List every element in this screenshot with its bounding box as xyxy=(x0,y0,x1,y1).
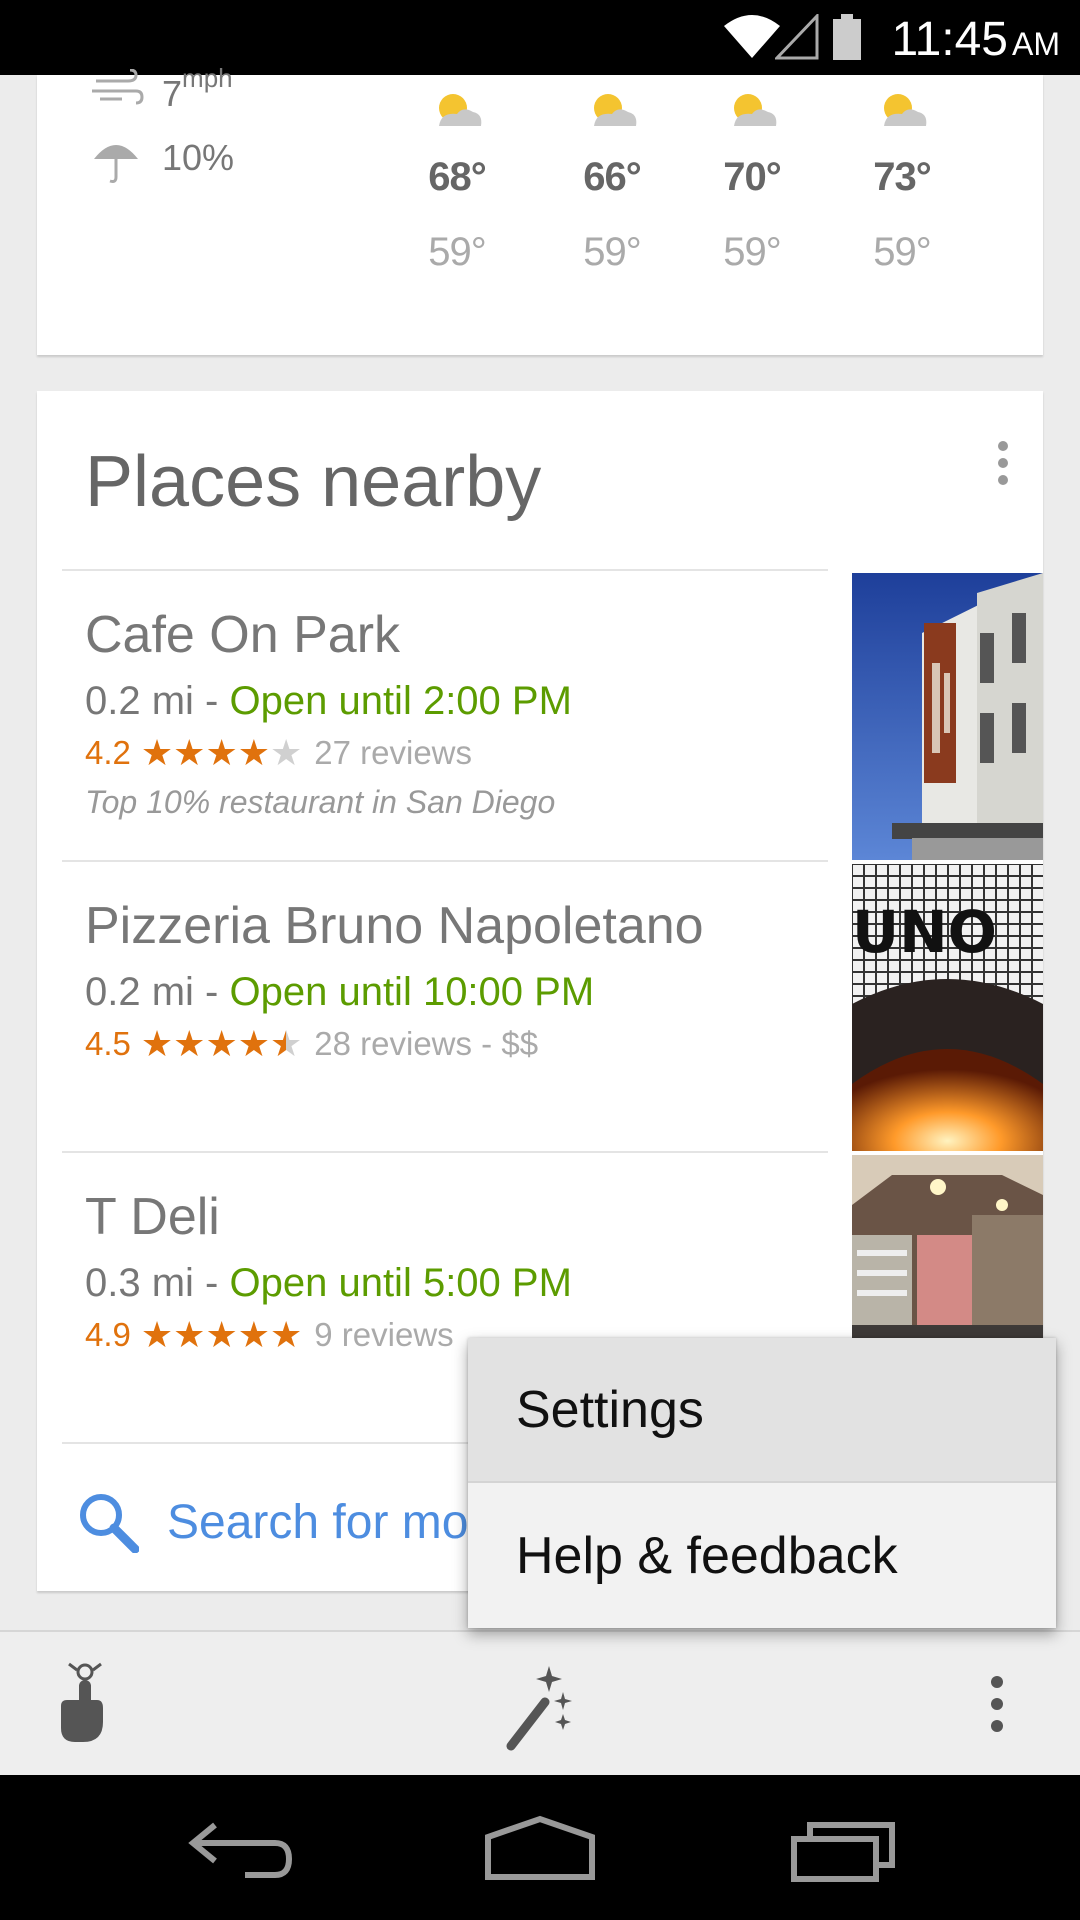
forecast-day-2: 66° 59° xyxy=(567,90,657,275)
partly-sunny-icon xyxy=(439,94,482,126)
wind-icon xyxy=(92,69,144,105)
rating-score: 4.5 xyxy=(85,1025,131,1062)
review-count: 28 reviews - $$ xyxy=(314,1025,539,1062)
pizza-oven-image: UNO xyxy=(852,864,1043,1151)
place-rating: 4.5 ★ ★ ★ ★ ★ 28 reviews - $$ xyxy=(85,1025,835,1063)
open-hours: Open until 5:00 PM xyxy=(229,1261,572,1305)
overflow-popup-menu: Settings Help & feedback xyxy=(468,1338,1056,1628)
place-item-pizzeria-bruno[interactable]: Pizzeria Bruno Napoletano 0.2 mi - Open … xyxy=(85,896,835,1063)
wind-speed: 7mph xyxy=(92,63,233,115)
forecast-high: 70° xyxy=(723,155,782,199)
review-count: 27 reviews xyxy=(314,734,473,771)
forecast-high: 68° xyxy=(428,155,487,199)
star-full-icon: ★ xyxy=(140,1314,174,1355)
place-distance-hours: 0.3 mi - Open until 5:00 PM xyxy=(85,1261,572,1305)
forecast-day-4: 73° 59° xyxy=(857,90,947,275)
open-hours: Open until 10:00 PM xyxy=(229,970,595,1014)
forecast-day-1: 68° 59° xyxy=(412,90,502,275)
star-empty-icon: ★ xyxy=(270,732,303,773)
cafe-building-image xyxy=(852,573,1043,860)
star-full-icon: ★ xyxy=(140,1023,174,1064)
place-item-t-deli[interactable]: T Deli 0.3 mi - Open until 5:00 PM 4.9 ★… xyxy=(85,1187,835,1354)
star-rating: ★ ★ ★ ★ ★ xyxy=(141,735,302,771)
forecast-high: 73° xyxy=(873,155,932,199)
battery-icon xyxy=(833,14,861,60)
star-full-icon: ★ xyxy=(237,1023,270,1064)
star-rating: ★ ★ ★ ★ ★ xyxy=(141,1026,302,1062)
star-full-icon: ★ xyxy=(173,732,206,773)
bottom-action-bar xyxy=(0,1630,1080,1775)
forecast-low: 59° xyxy=(723,230,782,274)
forecast-low: 59° xyxy=(583,230,642,274)
open-hours: Open until 2:00 PM xyxy=(229,679,572,723)
star-full-icon: ★ xyxy=(237,1314,270,1355)
search-icon xyxy=(80,1494,139,1553)
search-more-link[interactable]: Search for mo xyxy=(77,1491,468,1553)
card-overflow-menu-icon[interactable] xyxy=(988,441,1018,491)
place-name: T Deli xyxy=(85,1188,220,1246)
place-name: Pizzeria Bruno Napoletano xyxy=(85,897,704,955)
partly-sunny-icon xyxy=(594,94,637,126)
forecast-high: 66° xyxy=(583,155,642,199)
forecast-low: 59° xyxy=(428,230,487,274)
overflow-menu-icon[interactable] xyxy=(985,1662,1009,1746)
divider xyxy=(62,860,828,862)
place-photo-pizzeria-bruno[interactable]: UNO xyxy=(852,864,1043,1151)
status-time: 11:45 AM xyxy=(891,13,1060,66)
recents-icon[interactable] xyxy=(788,1815,900,1885)
rating-score: 4.9 xyxy=(85,1316,131,1353)
umbrella-icon xyxy=(94,145,138,183)
home-icon[interactable] xyxy=(484,1815,596,1885)
wifi-icon xyxy=(724,15,780,58)
place-photo-cafe-on-park[interactable] xyxy=(852,573,1043,860)
status-bar: 11:45 AM xyxy=(0,0,1080,75)
search-more-label: Search for mo xyxy=(167,1495,469,1549)
star-full-icon: ★ xyxy=(237,732,270,773)
divider xyxy=(62,1151,828,1153)
navigation-bar xyxy=(0,1775,1080,1920)
place-distance-hours: 0.2 mi - Open until 2:00 PM xyxy=(85,679,572,723)
star-rating: ★ ★ ★ ★ ★ xyxy=(141,1317,302,1353)
partly-sunny-icon xyxy=(884,94,927,126)
star-full-icon: ★ xyxy=(205,1023,238,1064)
star-full-icon: ★ xyxy=(205,1314,238,1355)
remind-me-icon[interactable] xyxy=(55,1662,115,1746)
star-full-icon: ★ xyxy=(173,1023,206,1064)
star-full-icon: ★ xyxy=(205,732,238,773)
precipitation: 10% xyxy=(94,137,234,183)
oven-sign-text: UNO xyxy=(852,898,997,966)
back-icon[interactable] xyxy=(185,1815,295,1885)
place-name: Cafe On Park xyxy=(85,606,401,664)
divider xyxy=(62,569,828,571)
cell-signal-icon xyxy=(775,14,819,60)
place-distance-hours: 0.2 mi - Open until 10:00 PM xyxy=(85,970,595,1014)
star-full-icon: ★ xyxy=(270,1314,303,1355)
rating-score: 4.2 xyxy=(85,734,131,771)
forecast-day-3: 70° 59° xyxy=(707,90,797,275)
review-count: 9 reviews xyxy=(314,1316,454,1353)
menu-item-help-feedback[interactable]: Help & feedback xyxy=(468,1483,1056,1628)
place-note: Top 10% restaurant in San Diego xyxy=(85,784,556,820)
partly-sunny-icon xyxy=(734,94,777,126)
place-rating: 4.2 ★ ★ ★ ★ ★ 27 reviews xyxy=(85,734,835,772)
weather-card[interactable]: 7mph 10% 68° 59° 66° 59° 70° 59° 73° 59° xyxy=(37,63,1043,355)
menu-item-settings[interactable]: Settings xyxy=(468,1338,1056,1483)
star-half-icon: ★ xyxy=(270,1023,303,1064)
star-full-icon: ★ xyxy=(140,732,174,773)
place-item-cafe-on-park[interactable]: Cafe On Park 0.2 mi - Open until 2:00 PM… xyxy=(85,605,835,821)
forecast-low: 59° xyxy=(873,230,932,274)
star-full-icon: ★ xyxy=(173,1314,206,1355)
card-title: Places nearby xyxy=(85,442,542,522)
customize-wand-icon[interactable] xyxy=(505,1662,575,1752)
